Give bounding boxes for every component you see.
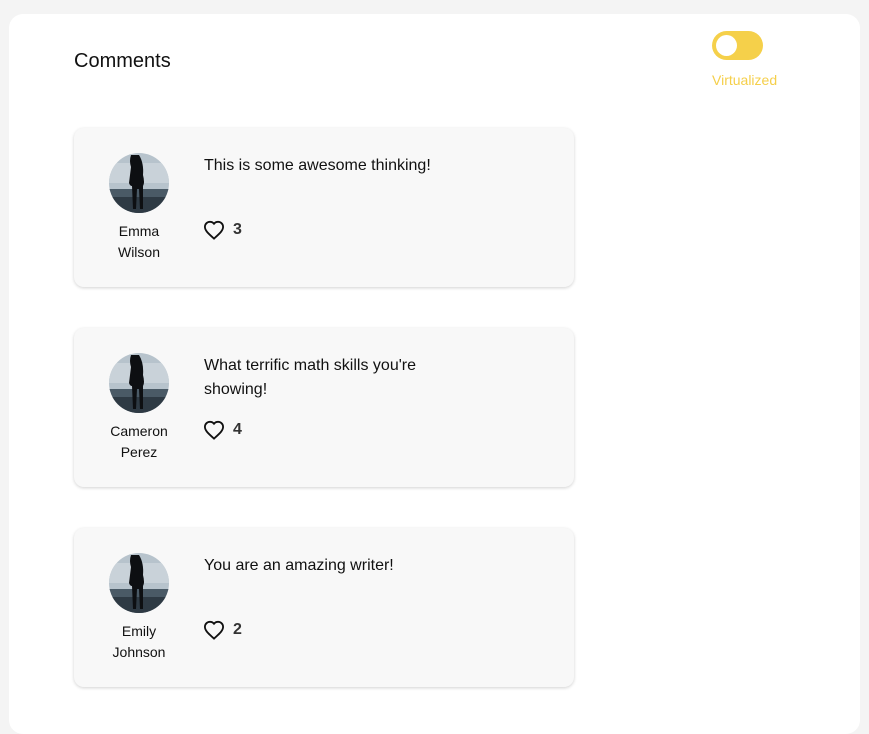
like-button[interactable]: 4 <box>203 420 242 440</box>
comment-card: Emma Wilson This is some awesome thinkin… <box>74 128 574 287</box>
like-count: 3 <box>233 221 242 238</box>
author-last-name: Johnson <box>112 644 166 660</box>
comment-card: Emily Johnson You are an amazing writer!… <box>74 528 574 687</box>
comment-text: What terrific math skills you're showing… <box>204 357 416 398</box>
toggle-knob <box>716 35 737 56</box>
author-last-name: Wilson <box>117 244 160 260</box>
comment-author: Cameron Perez <box>94 421 184 463</box>
page-title: Comments <box>74 50 171 72</box>
avatar <box>109 153 169 213</box>
comment-card: Cameron Perez What terrific math skills … <box>74 328 574 487</box>
author-first-name: Emma <box>118 223 160 239</box>
author-first-name: Emily <box>121 623 157 639</box>
comment-author: Emma Wilson <box>94 221 184 263</box>
like-button[interactable]: 3 <box>203 220 242 240</box>
author-last-name: Perez <box>120 444 158 460</box>
heart-outline-icon <box>203 220 225 240</box>
comment-text: This is some awesome thinking! <box>204 157 431 174</box>
avatar <box>109 353 169 413</box>
comment-text: You are an amazing writer! <box>204 557 394 574</box>
virtualized-toggle-label: Virtualized <box>712 72 778 88</box>
virtualized-toggle-group: Virtualized <box>712 31 782 88</box>
virtualized-toggle[interactable] <box>712 31 763 60</box>
like-count: 2 <box>233 621 242 638</box>
heart-outline-icon <box>203 620 225 640</box>
author-first-name: Cameron <box>110 423 168 439</box>
avatar <box>109 553 169 613</box>
comments-panel: Comments Virtualized Emma Wilson This is… <box>9 14 860 734</box>
like-button[interactable]: 2 <box>203 620 242 640</box>
like-count: 4 <box>233 421 242 438</box>
heart-outline-icon <box>203 420 225 440</box>
comment-author: Emily Johnson <box>94 621 184 663</box>
